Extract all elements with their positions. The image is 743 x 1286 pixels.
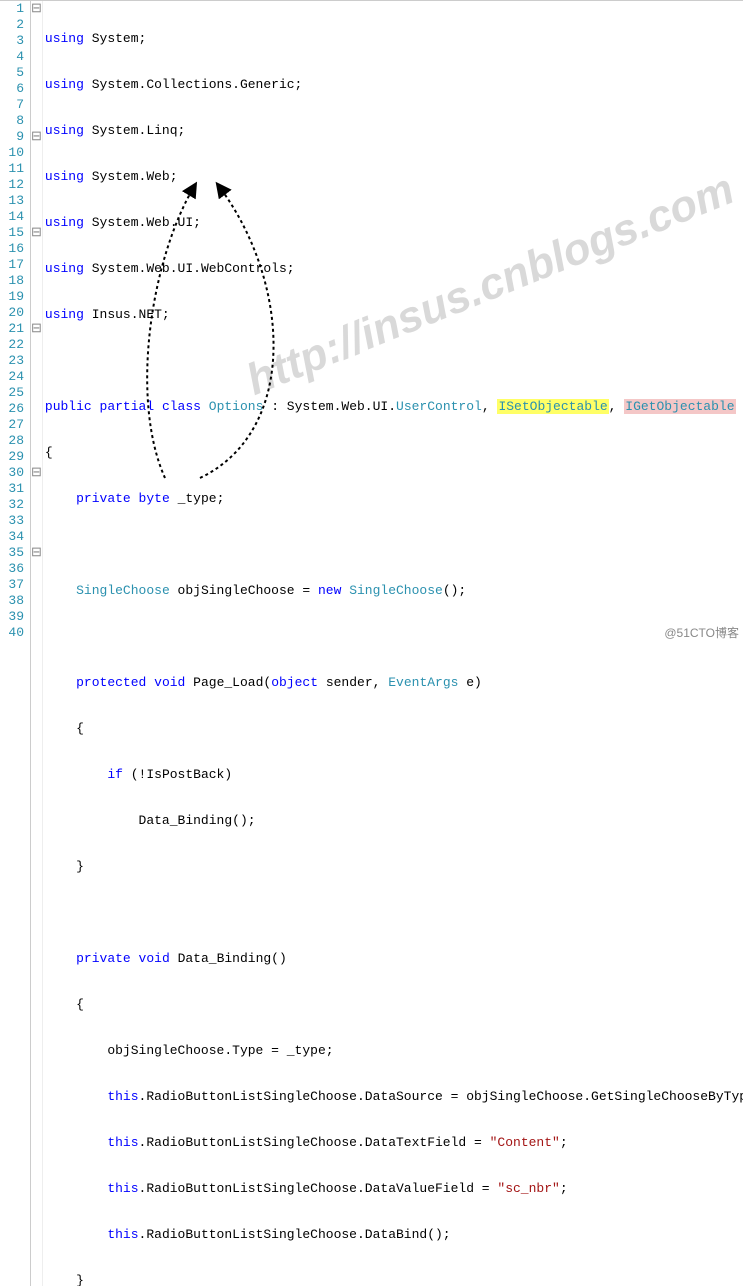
code-line: protected void Page_Load(object sender, … <box>45 675 743 691</box>
line-number: 19 <box>2 289 24 305</box>
line-number: 18 <box>2 273 24 289</box>
line-number-gutter: 1 2 3 4 5 6 7 8 9 10 11 12 13 14 15 16 1… <box>0 1 31 1286</box>
fold-toggle[interactable]: ⊟ <box>31 1 42 17</box>
line-number: 22 <box>2 337 24 353</box>
code-line <box>45 537 743 553</box>
code-line: } <box>45 1273 743 1286</box>
line-number: 8 <box>2 113 24 129</box>
line-number: 36 <box>2 561 24 577</box>
line-number: 31 <box>2 481 24 497</box>
code-line: using System; <box>45 31 743 47</box>
line-number: 7 <box>2 97 24 113</box>
fold-gutter: ⊟ ⊟ ⊟ ⊟ ⊟ ⊟ <box>31 1 43 1286</box>
line-number: 28 <box>2 433 24 449</box>
fold-toggle[interactable]: ⊟ <box>31 129 42 145</box>
line-number: 9 <box>2 129 24 145</box>
line-number: 33 <box>2 513 24 529</box>
line-number: 6 <box>2 81 24 97</box>
code-line: private byte _type; <box>45 491 743 507</box>
line-number: 26 <box>2 401 24 417</box>
credit-text: @51CTO博客 <box>664 624 739 641</box>
line-number: 24 <box>2 369 24 385</box>
line-number: 15 <box>2 225 24 241</box>
code-line <box>45 353 743 369</box>
line-number: 11 <box>2 161 24 177</box>
line-number: 3 <box>2 33 24 49</box>
line-number: 13 <box>2 193 24 209</box>
line-number: 32 <box>2 497 24 513</box>
line-number: 27 <box>2 417 24 433</box>
code-line: this.RadioButtonListSingleChoose.DataVal… <box>45 1181 743 1197</box>
code-line: using System.Web; <box>45 169 743 185</box>
line-number: 17 <box>2 257 24 273</box>
code-line: using System.Web.UI; <box>45 215 743 231</box>
line-number: 21 <box>2 321 24 337</box>
fold-toggle[interactable]: ⊟ <box>31 545 42 561</box>
line-number: 29 <box>2 449 24 465</box>
fold-toggle[interactable]: ⊟ <box>31 321 42 337</box>
line-number: 25 <box>2 385 24 401</box>
line-number: 35 <box>2 545 24 561</box>
code-area[interactable]: using System; using System.Collections.G… <box>43 1 743 1286</box>
line-number: 23 <box>2 353 24 369</box>
highlight-igetobjectable: IGetObjectable <box>624 399 735 414</box>
line-number: 34 <box>2 529 24 545</box>
code-line <box>45 905 743 921</box>
code-line: { <box>45 721 743 737</box>
code-line: Data_Binding(); <box>45 813 743 829</box>
line-number: 40 <box>2 625 24 641</box>
code-line: using Insus.NET; <box>45 307 743 323</box>
line-number: 39 <box>2 609 24 625</box>
highlight-isetobjectable: ISetObjectable <box>497 399 608 414</box>
line-number: 5 <box>2 65 24 81</box>
code-editor: 1 2 3 4 5 6 7 8 9 10 11 12 13 14 15 16 1… <box>0 0 743 1286</box>
line-number: 20 <box>2 305 24 321</box>
line-number: 2 <box>2 17 24 33</box>
line-number: 12 <box>2 177 24 193</box>
line-number: 16 <box>2 241 24 257</box>
code-line: objSingleChoose.Type = _type; <box>45 1043 743 1059</box>
fold-toggle[interactable]: ⊟ <box>31 465 42 481</box>
code-line: this.RadioButtonListSingleChoose.DataBin… <box>45 1227 743 1243</box>
line-number: 37 <box>2 577 24 593</box>
code-line: using System.Linq; <box>45 123 743 139</box>
code-line: { <box>45 997 743 1013</box>
line-number: 14 <box>2 209 24 225</box>
line-number: 4 <box>2 49 24 65</box>
code-line: SingleChoose objSingleChoose = new Singl… <box>45 583 743 599</box>
code-line: using System.Web.UI.WebControls; <box>45 261 743 277</box>
line-number: 10 <box>2 145 24 161</box>
code-line: { <box>45 445 743 461</box>
line-number: 38 <box>2 593 24 609</box>
fold-toggle[interactable]: ⊟ <box>31 225 42 241</box>
code-line: this.RadioButtonListSingleChoose.DataSou… <box>45 1089 743 1105</box>
code-line: this.RadioButtonListSingleChoose.DataTex… <box>45 1135 743 1151</box>
code-line: public partial class Options : System.We… <box>45 399 743 415</box>
code-line: } <box>45 859 743 875</box>
code-line: using System.Collections.Generic; <box>45 77 743 93</box>
code-line: private void Data_Binding() <box>45 951 743 967</box>
line-number: 30 <box>2 465 24 481</box>
line-number: 1 <box>2 1 24 17</box>
code-line: if (!IsPostBack) <box>45 767 743 783</box>
